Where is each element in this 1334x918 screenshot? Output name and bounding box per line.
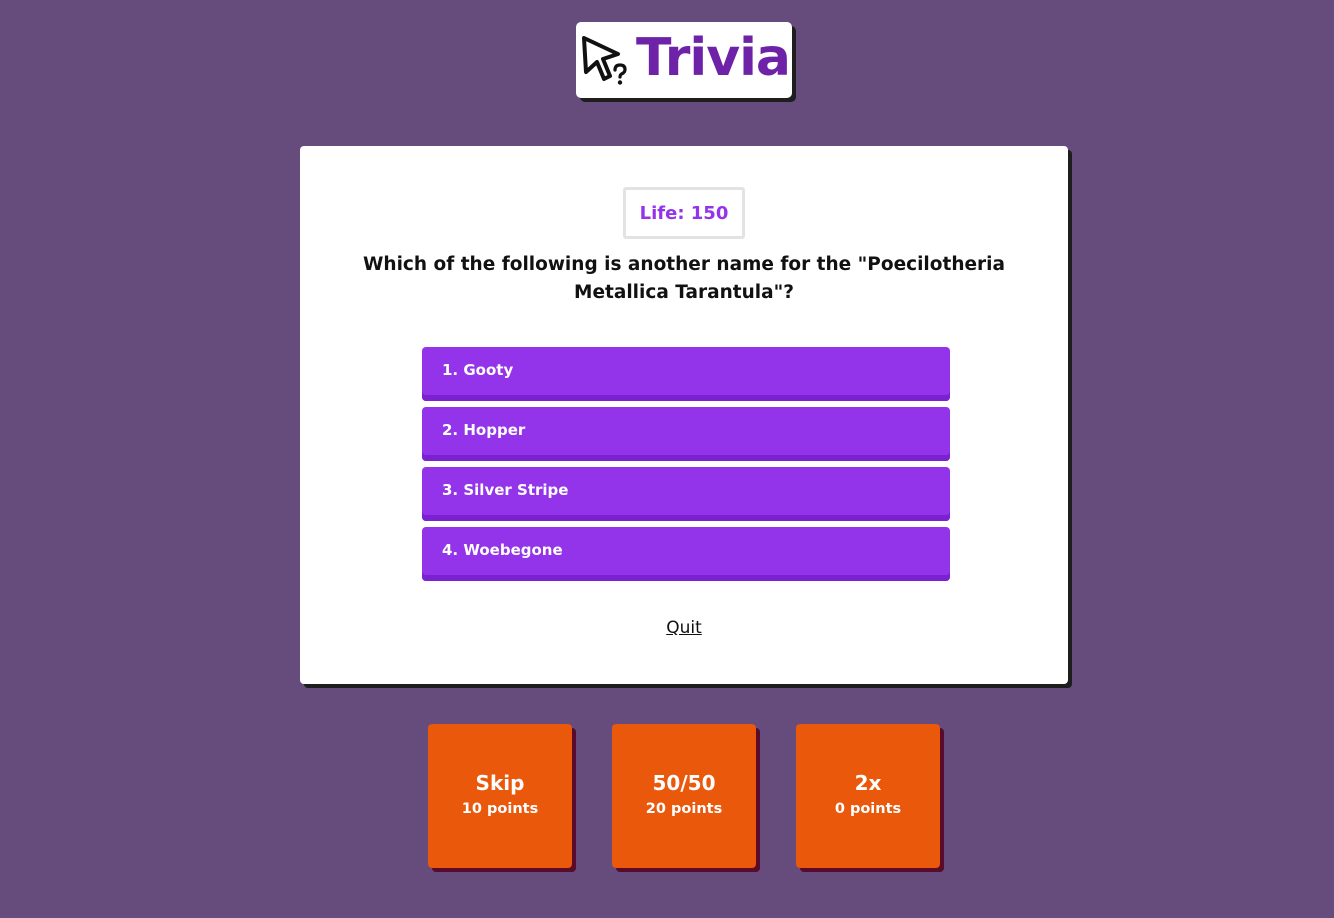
- cursor-question-icon: [581, 36, 627, 85]
- answer-button-1[interactable]: 1. Gooty: [422, 347, 950, 401]
- answer-button-2[interactable]: 2. Hopper: [422, 407, 950, 461]
- question-text: Which of the following is another name f…: [363, 254, 1005, 303]
- question-card: Life: 150 Which of the following is anot…: [300, 146, 1068, 684]
- powerup-cost: 10 points: [461, 801, 539, 817]
- powerup-name: 2x: [854, 771, 882, 795]
- logo-text: Trivia: [635, 28, 791, 88]
- powerup-name: 50/50: [652, 771, 716, 795]
- trivia-logo: Trivia: [576, 22, 792, 98]
- answer-button-3[interactable]: 3. Silver Stripe: [422, 467, 950, 521]
- powerup-cost: 20 points: [645, 801, 723, 817]
- skip-powerup-button[interactable]: Skip 10 points: [428, 724, 572, 868]
- quit-container: Quit: [300, 618, 1068, 638]
- powerup-name: Skip: [475, 771, 525, 795]
- powerup-cost: 0 points: [834, 801, 902, 817]
- answer-button-4[interactable]: 4. Woebegone: [422, 527, 950, 581]
- quit-link[interactable]: Quit: [666, 618, 702, 638]
- life-counter: Life: 150: [623, 187, 745, 239]
- double-points-powerup-button[interactable]: 2x 0 points: [796, 724, 940, 868]
- answer-list: 1. Gooty 2. Hopper 3. Silver Stripe 4. W…: [422, 347, 950, 587]
- fifty-fifty-powerup-button[interactable]: 50/50 20 points: [612, 724, 756, 868]
